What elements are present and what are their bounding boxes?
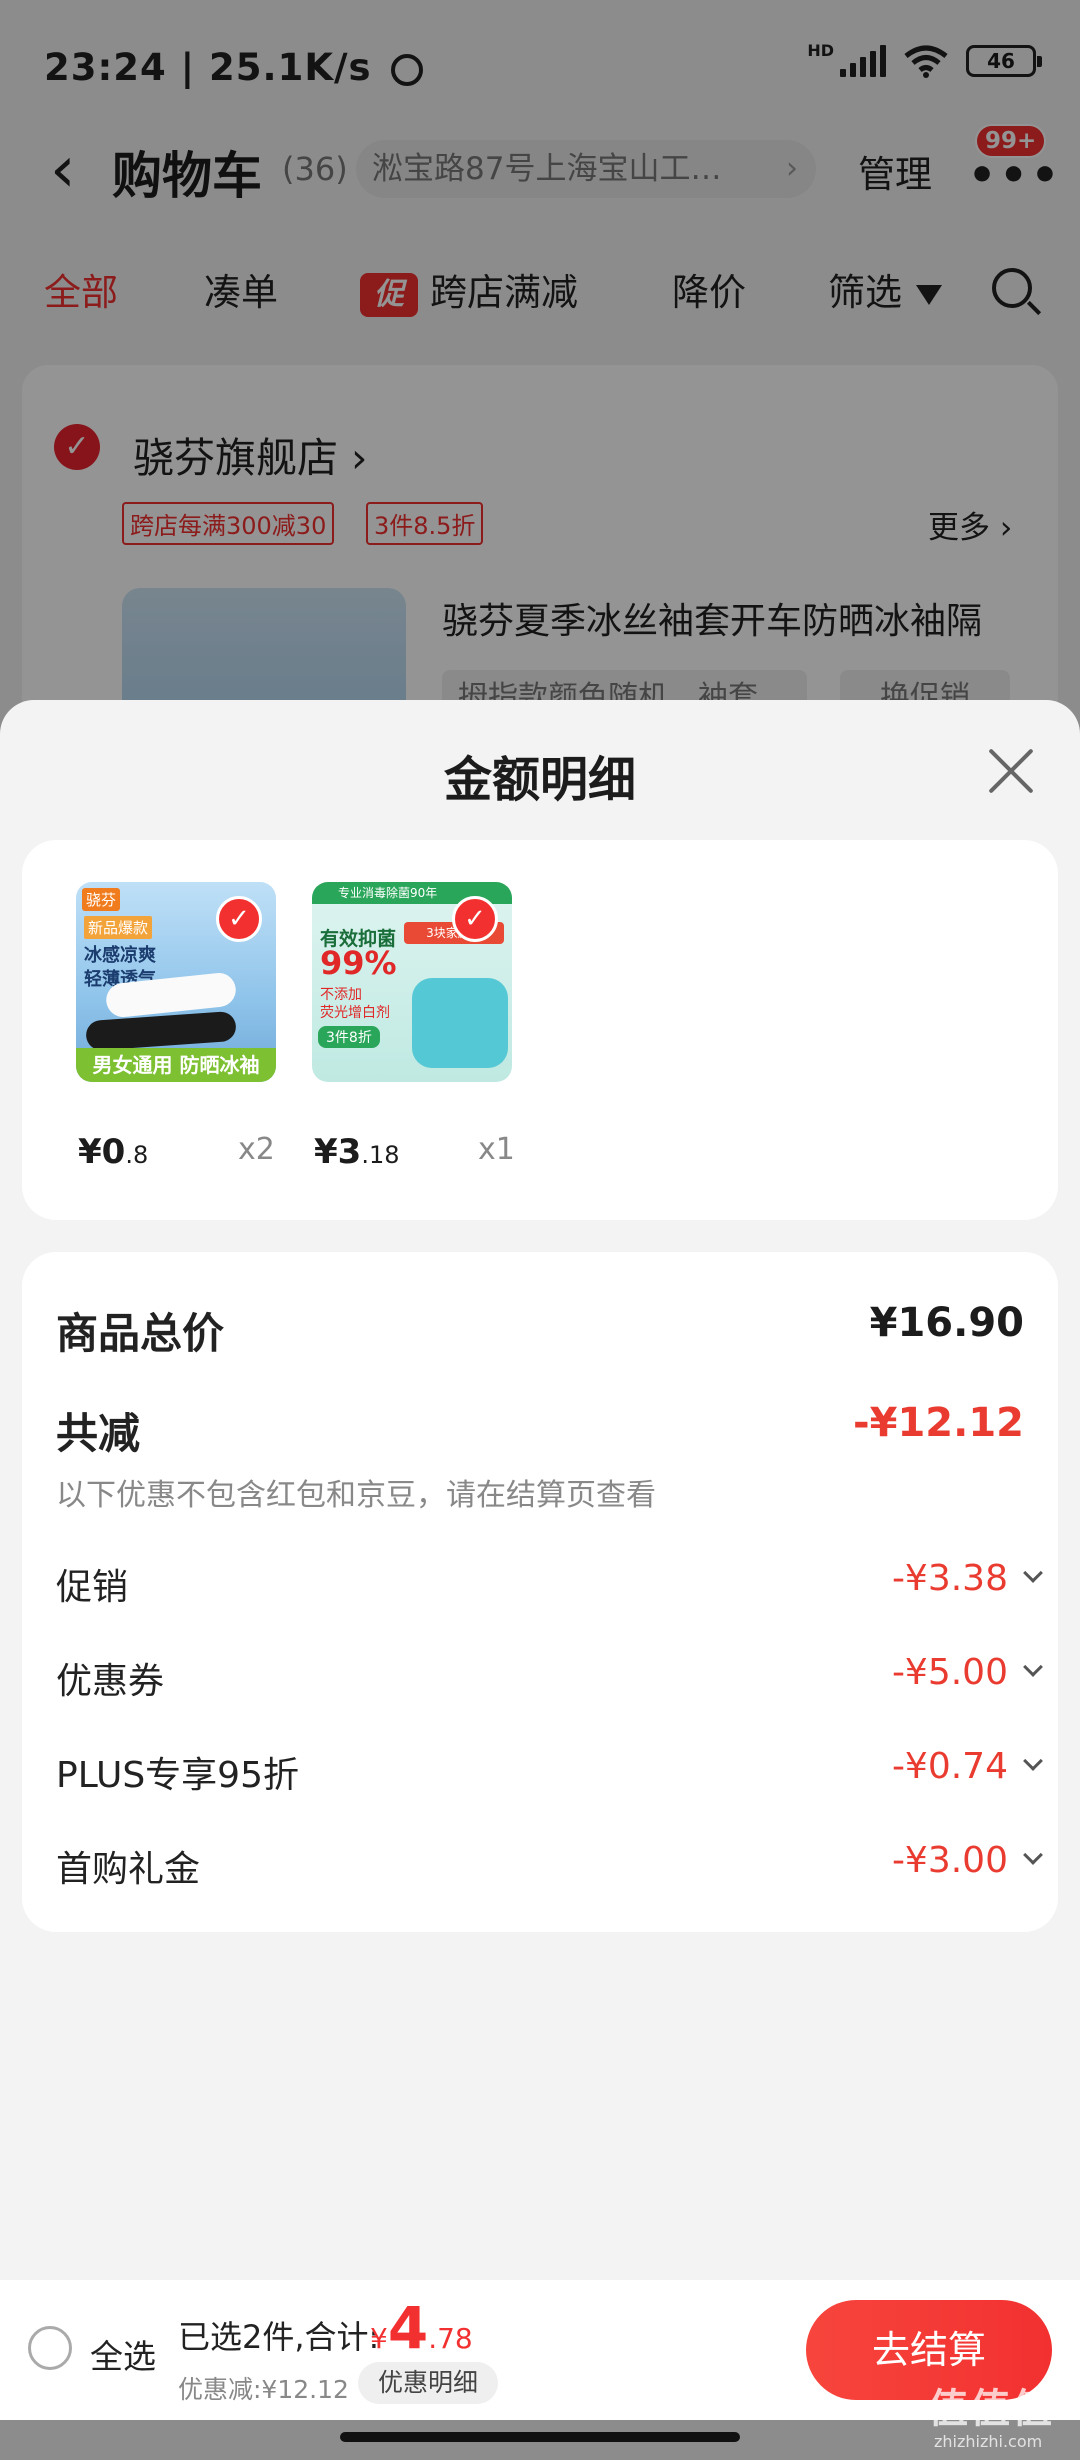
item-price-dec: .8 (125, 1141, 149, 1169)
discount-detail-button[interactable]: 优惠明细 (358, 2362, 498, 2404)
discount-label-plus: PLUS专享95折 (56, 1755, 299, 1796)
discount-value-first-order[interactable]: -¥3.00 (892, 1840, 1008, 1881)
watermark-url: zhizhizhi.com (934, 2432, 1043, 2451)
check-icon: ✓ (452, 896, 498, 942)
image-percent: 99% (320, 944, 397, 982)
checkout-total: ¥4.78 (370, 2294, 473, 2362)
image-strip: 男女通用 防晒冰袖 (76, 1048, 276, 1082)
reduce-value: -¥12.12 (853, 1400, 1024, 1446)
check-icon: ✓ (216, 896, 262, 942)
image-badge: 新品爆款 (84, 916, 153, 939)
saved-amount-text: 优惠减:¥12.12 (178, 2375, 349, 2404)
item-price: ¥3.18 (314, 1132, 400, 1172)
soap-shape (412, 978, 508, 1068)
selected-count-text: 已选2件,合计: (178, 2318, 380, 2356)
item-price: ¥0.8 (78, 1132, 148, 1172)
item-price-dec: .18 (361, 1141, 400, 1169)
select-all-radio[interactable] (28, 2326, 72, 2370)
brand-tag: 骁芬 (82, 888, 121, 911)
item-quantity: x1 (478, 1132, 515, 1167)
image-subtext: 不添加 荧光增白剂 (320, 987, 390, 1021)
discount-value-coupon[interactable]: -¥5.00 (892, 1652, 1008, 1693)
item-price-int: ¥3 (314, 1132, 362, 1172)
total-decimal: .78 (428, 2322, 473, 2355)
home-indicator[interactable] (340, 2432, 740, 2442)
close-icon[interactable] (985, 745, 1037, 797)
discount-label-first-order: 首购礼金 (56, 1849, 201, 1890)
item-image-soap[interactable]: 专业消毒除菌90年 有效抑菌 99% 不添加 荧光增白剂 3件8折 3块家庭装 … (312, 882, 512, 1082)
item-price-int: ¥0 (78, 1132, 126, 1172)
sheet-title: 金额明细 (443, 752, 636, 808)
discount-label-coupon: 优惠券 (56, 1661, 165, 1702)
total-currency: ¥ (370, 2322, 388, 2355)
item-quantity: x2 (238, 1132, 275, 1167)
reduce-label: 共减 (56, 1409, 141, 1458)
discount-value-promo[interactable]: -¥3.38 (892, 1558, 1008, 1599)
sleeve-black-shape (85, 1010, 237, 1052)
item-image-sleeves[interactable]: 骁芬 新品爆款 冰感凉爽 轻薄透气 男女通用 防晒冰袖 ✓ (76, 882, 276, 1082)
total-value: ¥16.90 (869, 1300, 1024, 1346)
image-deal-chip: 3件8折 (318, 1026, 380, 1048)
total-label: 商品总价 (56, 1309, 225, 1358)
discount-label-promo: 促销 (56, 1567, 129, 1608)
discount-value-plus[interactable]: -¥0.74 (892, 1746, 1008, 1787)
reduce-note: 以下优惠不包含红包和京豆，请在结算页查看 (56, 1478, 656, 1513)
watermark-logo: 值值值 (928, 2386, 1054, 2432)
total-integer: 4 (387, 2294, 429, 2362)
select-all-label[interactable]: 全选 (90, 2330, 156, 2378)
